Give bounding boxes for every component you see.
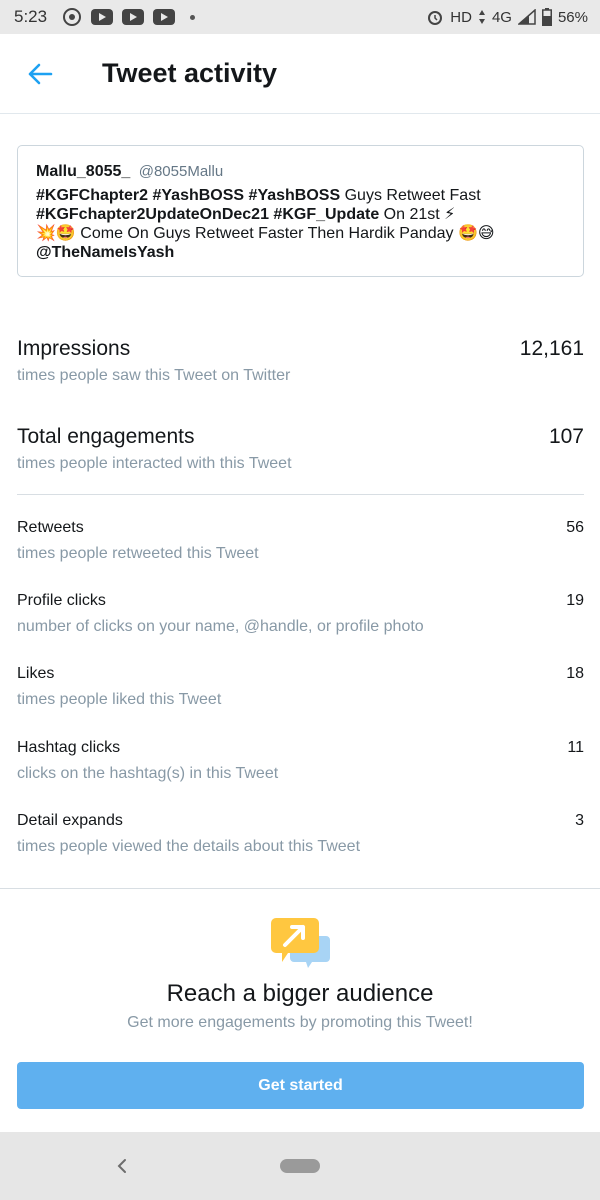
metric-value: 3 bbox=[575, 812, 584, 829]
section-divider bbox=[0, 888, 600, 889]
battery-icon bbox=[541, 8, 552, 26]
tweet-author: Mallu_8055_ @8055Mallu bbox=[36, 162, 565, 182]
tweet-text-fragment: 💥🤩 Come On Guys Retweet Faster Then Hard… bbox=[36, 225, 495, 242]
metric-hashtag-clicks: Hashtag clicks clicks on the hashtag(s) … bbox=[17, 739, 584, 783]
metric-label: Likes bbox=[17, 665, 55, 682]
metric-profile-clicks: Profile clicks number of clicks on your … bbox=[17, 592, 584, 636]
metric-value: 11 bbox=[567, 739, 584, 756]
youtube-notification-icon bbox=[122, 9, 145, 25]
metric-likes: Likes times people liked this Tweet 18 bbox=[17, 665, 584, 709]
youtube-notification-icon bbox=[153, 9, 176, 25]
metric-description: times people saw this Tweet on Twitter bbox=[17, 367, 291, 384]
more-notifications-dot-icon bbox=[190, 14, 196, 20]
system-nav-bar bbox=[0, 1132, 600, 1200]
tweet-author-name: Mallu_8055_ bbox=[36, 163, 131, 180]
metric-description: clicks on the hashtag(s) in this Tweet bbox=[17, 765, 279, 782]
metric-label: Impressions bbox=[17, 337, 131, 360]
hashtag[interactable]: #YashBOSS bbox=[152, 187, 244, 204]
hashtag[interactable]: #KGFchapter2UpdateOnDec21 bbox=[36, 206, 269, 223]
tweet-text: #KGFChapter2 #YashBOSS #YashBOSS Guys Re… bbox=[36, 186, 565, 262]
metric-description: times people interacted with this Tweet bbox=[17, 455, 292, 472]
tweet-text-fragment: On 21st ⚡ bbox=[379, 206, 456, 223]
metric-value: 12,161 bbox=[519, 337, 584, 360]
metric-detail-expands: Detail expands times people viewed the d… bbox=[17, 812, 584, 856]
back-button[interactable] bbox=[22, 58, 58, 90]
nav-home-pill[interactable] bbox=[280, 1159, 320, 1173]
alarm-icon bbox=[426, 8, 444, 26]
metric-label: Profile clicks bbox=[17, 592, 106, 609]
tweet-author-handle: @8055Mallu bbox=[138, 163, 224, 180]
battery-percent: 56% bbox=[557, 8, 588, 26]
metric-value: 56 bbox=[566, 519, 584, 536]
metric-description: number of clicks on your name, @handle, … bbox=[17, 618, 424, 635]
metric-label: Hashtag clicks bbox=[17, 739, 121, 756]
promote-icon bbox=[268, 914, 332, 974]
promo-subtitle: Get more engagements by promoting this T… bbox=[127, 1014, 473, 1031]
arrow-left-icon bbox=[28, 63, 53, 85]
app-header: Tweet activity bbox=[0, 34, 600, 114]
metric-impressions: Impressions times people saw this Tweet … bbox=[17, 337, 584, 385]
network-hd-label: HD bbox=[450, 8, 472, 26]
youtube-notification-icon bbox=[91, 9, 114, 25]
signal-type-label: 4G bbox=[491, 8, 512, 26]
page-title: Tweet activity bbox=[102, 58, 278, 88]
metric-label: Retweets bbox=[17, 519, 84, 536]
metric-description: times people viewed the details about th… bbox=[17, 838, 361, 855]
tweet-line: #KGFChapter2 #YashBOSS #YashBOSS Guys Re… bbox=[36, 186, 565, 205]
metric-label: Detail expands bbox=[17, 812, 123, 829]
data-transfer-icon bbox=[478, 9, 486, 25]
nav-back-button[interactable] bbox=[110, 1154, 134, 1178]
chevron-left-icon bbox=[117, 1159, 126, 1173]
tweet-text-fragment: Guys Retweet Fast bbox=[340, 187, 481, 204]
tweet-line: @TheNameIsYash bbox=[36, 243, 565, 262]
get-started-button[interactable]: Get started bbox=[17, 1062, 584, 1109]
tweet-line: #KGFchapter2UpdateOnDec21 #KGF_Update On… bbox=[36, 205, 565, 224]
section-divider bbox=[17, 494, 584, 495]
tweet-line: 💥🤩 Come On Guys Retweet Faster Then Hard… bbox=[36, 224, 565, 243]
metric-label: Total engagements bbox=[17, 425, 195, 448]
tweet-card[interactable]: Mallu_8055_ @8055Mallu #KGFChapter2 #Yas… bbox=[17, 145, 584, 277]
metric-retweets: Retweets times people retweeted this Twe… bbox=[17, 519, 584, 563]
metric-value: 18 bbox=[566, 665, 584, 682]
status-bar: 5:23 HD 4G 56% bbox=[0, 0, 600, 34]
metric-description: times people retweeted this Tweet bbox=[17, 545, 259, 562]
mention[interactable]: @TheNameIsYash bbox=[36, 244, 174, 261]
metric-description: times people liked this Tweet bbox=[17, 691, 222, 708]
hashtag[interactable]: #KGF_Update bbox=[273, 206, 379, 223]
signal-strength-icon bbox=[517, 9, 536, 25]
hashtag[interactable]: #KGFChapter2 bbox=[36, 187, 148, 204]
assistant-notification-icon bbox=[62, 7, 82, 27]
hashtag[interactable]: #YashBOSS bbox=[249, 187, 341, 204]
status-right: HD 4G 56% bbox=[426, 8, 588, 26]
promo-title: Reach a bigger audience bbox=[166, 980, 434, 1007]
status-time: 5:23 bbox=[14, 7, 48, 26]
metric-total-engagements: Total engagements times people interacte… bbox=[17, 425, 584, 473]
status-left: 5:23 bbox=[14, 7, 196, 27]
metric-value: 107 bbox=[548, 425, 584, 448]
metric-value: 19 bbox=[566, 592, 584, 609]
